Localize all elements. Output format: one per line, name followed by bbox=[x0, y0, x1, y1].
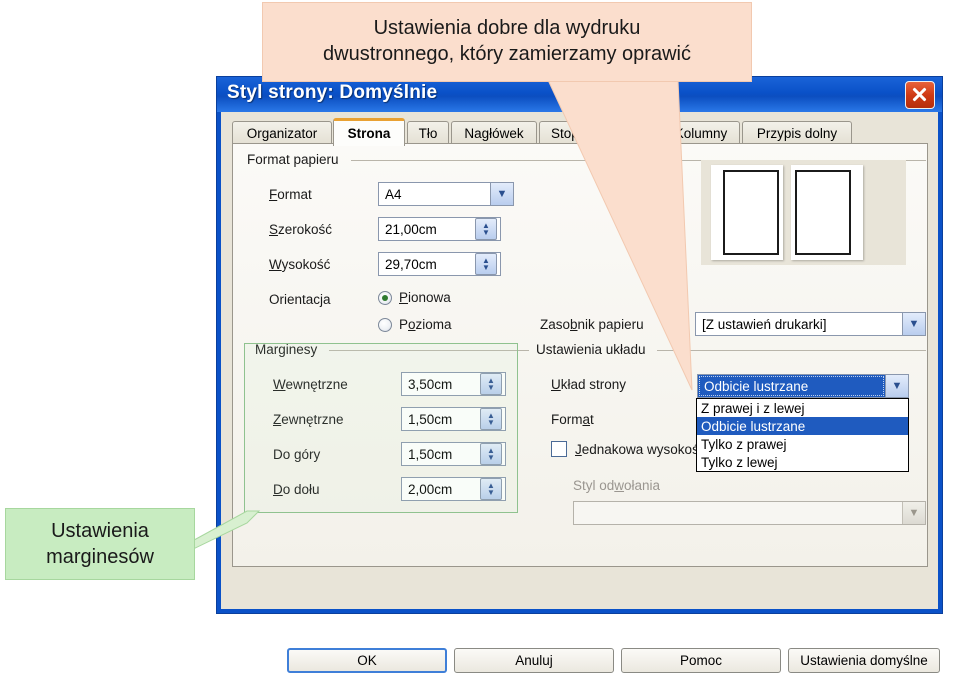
format-combo-value: A4 bbox=[385, 186, 402, 202]
close-icon[interactable] bbox=[905, 81, 935, 109]
label-layout-format: Format bbox=[551, 412, 594, 427]
group-label-paper-format: Format papieru bbox=[247, 152, 339, 167]
help-button[interactable]: Pomoc bbox=[621, 648, 781, 673]
callout-left-line1: Ustawienia bbox=[51, 520, 149, 542]
height-value: 29,70cm bbox=[385, 256, 437, 272]
inner-margin-value: 3,50cm bbox=[408, 376, 453, 392]
equal-height-checkbox[interactable]: Jednakowa wysokość bbox=[551, 441, 706, 457]
spinner-arrows-icon[interactable]: ▲ ▼ bbox=[480, 478, 502, 500]
dropdown-option-3[interactable]: Tylko z lewej bbox=[697, 453, 908, 471]
radio-dot-icon bbox=[378, 290, 392, 305]
dropdown-option-0[interactable]: Z prawej i z lewej bbox=[697, 399, 908, 417]
callout-top: Ustawienia dobre dla wydruku dwustronneg… bbox=[262, 2, 752, 82]
spinner-arrows-icon[interactable]: ▲ ▼ bbox=[480, 443, 502, 465]
tab-strona[interactable]: Strona bbox=[333, 118, 405, 146]
bottom-margin-stepper[interactable]: 2,00cm ▲ ▼ bbox=[401, 477, 506, 501]
group-label-margins: Marginesy bbox=[255, 342, 318, 357]
tab-organizator[interactable]: Organizator bbox=[232, 121, 332, 144]
radio-portrait[interactable]: Pionowa bbox=[378, 290, 451, 305]
radio-dot-icon bbox=[378, 317, 392, 332]
cancel-button[interactable]: Anuluj bbox=[454, 648, 614, 673]
label-reference-style: Styl odwołania bbox=[573, 478, 661, 493]
ok-button[interactable]: OK bbox=[287, 648, 447, 673]
radio-landscape[interactable]: Pozioma bbox=[378, 317, 452, 332]
callout-top-line1: Ustawienia dobre dla wydruku bbox=[373, 17, 641, 40]
page-layout-dropdown-list[interactable]: Z prawej i z lewej Odbicie lustrzane Tyl… bbox=[696, 398, 909, 472]
dropdown-option-1[interactable]: Odbicie lustrzane bbox=[697, 417, 908, 435]
defaults-button[interactable]: Ustawienia domyślne bbox=[788, 648, 940, 673]
dialog-title: Styl strony: Domyślnie bbox=[227, 82, 438, 103]
spinner-arrows-icon[interactable]: ▲ ▼ bbox=[480, 408, 502, 430]
checkbox-box-icon bbox=[551, 441, 567, 457]
equal-height-label: Jednakowa wysokość bbox=[575, 441, 706, 457]
radio-landscape-label: Pozioma bbox=[399, 317, 452, 332]
outer-margin-stepper[interactable]: 1,50cm ▲ ▼ bbox=[401, 407, 506, 431]
top-margin-value: 1,50cm bbox=[408, 446, 453, 462]
outer-margin-value: 1,50cm bbox=[408, 411, 453, 427]
chevron-down-icon: ▼ bbox=[885, 375, 908, 397]
dropdown-option-2[interactable]: Tylko z prawej bbox=[697, 435, 908, 453]
width-value: 21,00cm bbox=[385, 221, 437, 237]
reference-style-combo[interactable]: ▼ bbox=[573, 501, 926, 525]
label-width: Szerokość bbox=[269, 222, 333, 237]
chevron-down-icon: ▼ bbox=[902, 502, 925, 524]
top-margin-stepper[interactable]: 1,50cm ▲ ▼ bbox=[401, 442, 506, 466]
bottom-margin-value: 2,00cm bbox=[408, 481, 453, 497]
label-top-margin: Do góry bbox=[273, 447, 321, 462]
label-outer-margin: Zewnętrzne bbox=[273, 412, 344, 427]
tab-przypis-dolny[interactable]: Przypis dolny bbox=[742, 121, 852, 144]
callout-left: Ustawienia marginesów bbox=[5, 508, 195, 580]
radio-portrait-label: Pionowa bbox=[399, 290, 451, 305]
tab-tlo[interactable]: Tło bbox=[407, 121, 449, 144]
label-inner-margin: Wewnętrzne bbox=[273, 377, 348, 392]
label-orientation: Orientacja bbox=[269, 292, 331, 307]
label-format: FFormatormat bbox=[269, 187, 312, 202]
label-height: Wysokość bbox=[269, 257, 331, 272]
callout-top-arrow bbox=[547, 79, 693, 391]
preview-page-right bbox=[791, 165, 863, 260]
callout-left-line2: marginesów bbox=[46, 546, 154, 568]
label-bottom-margin: Do dołu bbox=[273, 482, 320, 497]
chevron-down-icon: ▼ bbox=[902, 313, 925, 335]
callout-left-arrow bbox=[185, 510, 261, 554]
callout-top-line2: dwustronnego, który zamierzamy oprawić bbox=[323, 43, 691, 65]
